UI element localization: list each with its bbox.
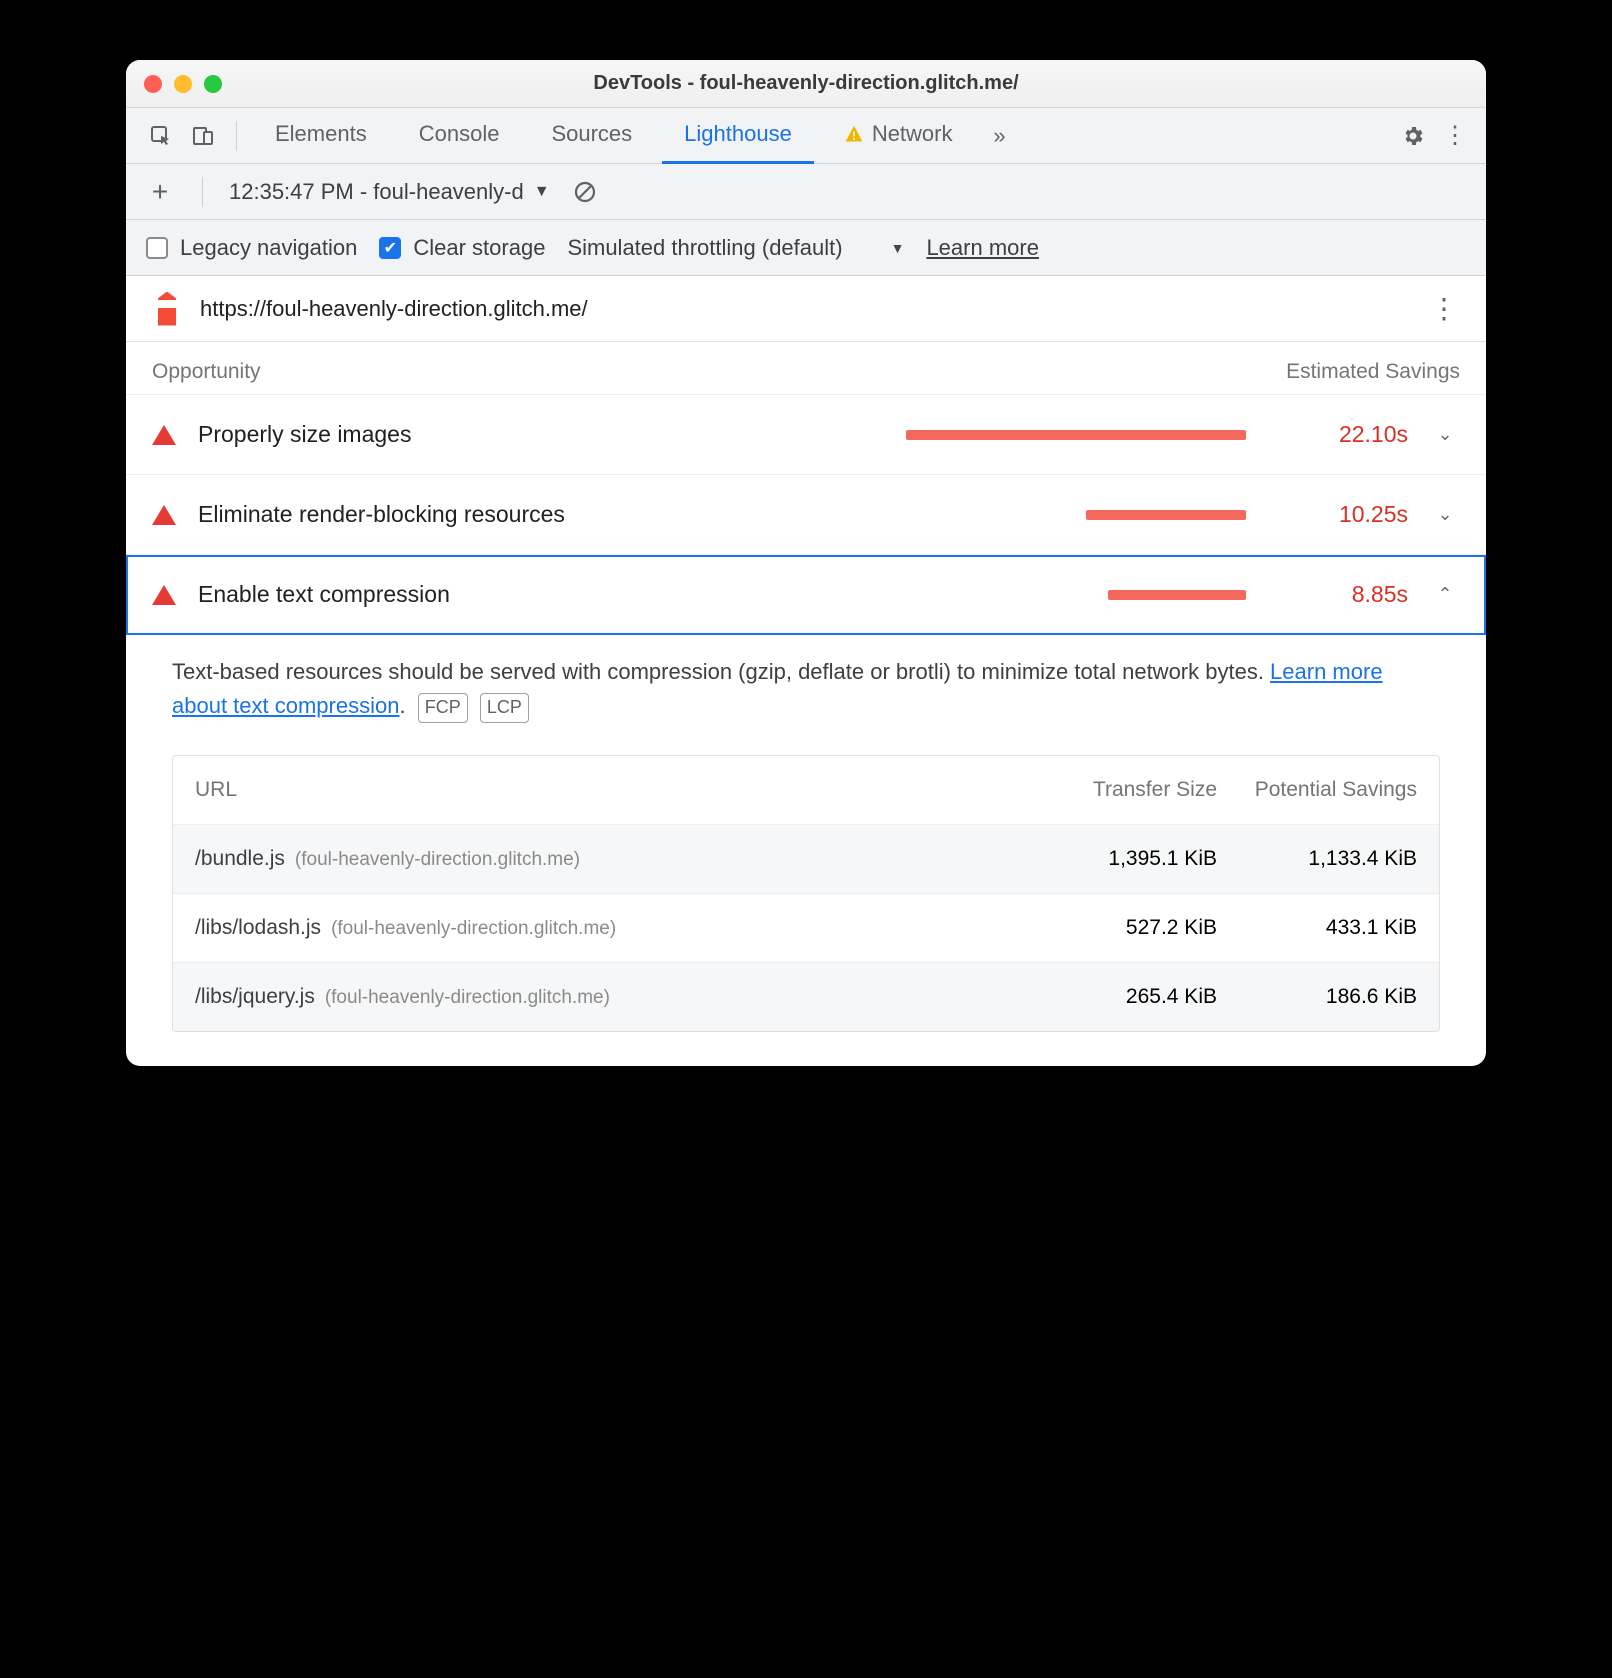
report-header: https://foul-heavenly-direction.glitch.m… xyxy=(126,276,1486,342)
tab-label: Elements xyxy=(275,121,367,147)
col-transfer-size: Transfer Size xyxy=(1017,778,1217,802)
checkbox-label: Legacy navigation xyxy=(180,235,357,261)
col-url: URL xyxy=(195,778,1017,802)
more-tabs-icon[interactable]: » xyxy=(983,119,1017,153)
report-selector[interactable]: 12:35:47 PM - foul-heavenly-d ▼ xyxy=(229,179,550,205)
opportunity-row-expanded[interactable]: Enable text compression 8.85s ⌃ xyxy=(126,555,1486,635)
table-header-row: URL Transfer Size Potential Savings xyxy=(173,756,1439,824)
resource-host: (foul-heavenly-direction.glitch.me) xyxy=(295,849,580,871)
opportunity-label: Eliminate render-blocking resources xyxy=(198,501,565,528)
opportunity-row[interactable]: Properly size images 22.10s ⌄ xyxy=(126,395,1486,475)
tab-label: Network xyxy=(872,121,953,147)
tab-sources[interactable]: Sources xyxy=(529,108,654,164)
chevron-down-icon: ⌄ xyxy=(1430,504,1460,525)
minimize-window-button[interactable] xyxy=(174,75,192,93)
description-text: Text-based resources should be served wi… xyxy=(172,659,1270,684)
tab-strip: Elements Console Sources Lighthouse Netw… xyxy=(126,108,1486,164)
col-potential-savings: Potential Savings xyxy=(1217,778,1417,802)
table-row: /libs/lodash.js (foul-heavenly-direction.… xyxy=(173,893,1439,962)
opportunity-label: Enable text compression xyxy=(198,581,450,608)
fail-triangle-icon xyxy=(152,425,176,445)
chevron-up-icon: ⌃ xyxy=(1430,584,1460,605)
tab-elements[interactable]: Elements xyxy=(253,108,389,164)
lighthouse-toolbar: + 12:35:47 PM - foul-heavenly-d ▼ xyxy=(126,164,1486,220)
warning-icon xyxy=(844,124,864,144)
fail-triangle-icon xyxy=(152,505,176,525)
traffic-lights xyxy=(144,75,222,93)
tab-label: Console xyxy=(419,121,500,147)
new-report-button[interactable]: + xyxy=(144,176,176,208)
opportunity-time: 22.10s xyxy=(1278,421,1408,448)
checkbox-unchecked-icon xyxy=(146,237,168,259)
metric-badge: LCP xyxy=(480,693,529,723)
table-row: /bundle.js (foul-heavenly-direction.glitc… xyxy=(173,824,1439,893)
lighthouse-options: Legacy navigation ✔ Clear storage Simula… xyxy=(126,220,1486,276)
resource-path[interactable]: /bundle.js xyxy=(195,847,285,871)
learn-more-link[interactable]: Learn more xyxy=(926,235,1039,261)
settings-gear-icon[interactable] xyxy=(1396,119,1430,153)
resource-size: 265.4 KiB xyxy=(1017,985,1217,1009)
savings-bar xyxy=(1108,590,1246,600)
clear-report-icon[interactable] xyxy=(568,175,602,209)
kebab-menu-icon[interactable]: ⋮ xyxy=(1438,119,1472,153)
opportunity-description: Text-based resources should be served wi… xyxy=(126,635,1486,733)
clear-storage-checkbox[interactable]: ✔ Clear storage xyxy=(379,235,545,261)
resource-host: (foul-heavenly-direction.glitch.me) xyxy=(325,987,610,1009)
tab-label: Lighthouse xyxy=(684,121,792,147)
savings-bar-track xyxy=(472,590,1256,600)
savings-bar-track xyxy=(433,430,1256,440)
tab-label: Sources xyxy=(551,121,632,147)
checkbox-checked-icon: ✔ xyxy=(379,237,401,259)
opportunity-label: Properly size images xyxy=(198,421,411,448)
report-selector-label: 12:35:47 PM - foul-heavenly-d xyxy=(229,179,524,205)
report-menu-icon[interactable]: ⋮ xyxy=(1430,292,1460,325)
savings-bar-track xyxy=(587,510,1256,520)
legacy-navigation-checkbox[interactable]: Legacy navigation xyxy=(146,235,357,261)
resource-size: 1,395.1 KiB xyxy=(1017,847,1217,871)
device-toolbar-icon[interactable] xyxy=(186,119,220,153)
fail-triangle-icon xyxy=(152,585,176,605)
table-row: /libs/jquery.js (foul-heavenly-direction.… xyxy=(173,962,1439,1031)
col-opportunity: Opportunity xyxy=(152,360,261,384)
caret-down-icon: ▼ xyxy=(534,183,550,201)
opportunity-time: 8.85s xyxy=(1278,581,1408,608)
divider xyxy=(202,177,203,207)
report-url: https://foul-heavenly-direction.glitch.m… xyxy=(200,296,588,322)
resource-path[interactable]: /libs/jquery.js xyxy=(195,985,315,1009)
resource-savings: 186.6 KiB xyxy=(1217,985,1417,1009)
zoom-window-button[interactable] xyxy=(204,75,222,93)
inspect-element-icon[interactable] xyxy=(144,119,178,153)
window-title: DevTools - foul-heavenly-direction.glitc… xyxy=(126,72,1486,95)
close-window-button[interactable] xyxy=(144,75,162,93)
col-savings: Estimated Savings xyxy=(1286,360,1460,384)
savings-bar xyxy=(906,430,1246,440)
checkbox-label: Clear storage xyxy=(413,235,545,261)
resource-size: 527.2 KiB xyxy=(1017,916,1217,940)
savings-bar xyxy=(1086,510,1246,520)
metric-badge: FCP xyxy=(418,693,468,723)
tab-network[interactable]: Network xyxy=(822,108,975,164)
resource-savings: 1,133.4 KiB xyxy=(1217,847,1417,871)
opportunity-time: 10.25s xyxy=(1278,501,1408,528)
throttling-label: Simulated throttling (default) xyxy=(567,235,842,261)
resource-host: (foul-heavenly-direction.glitch.me) xyxy=(331,918,616,940)
resource-savings: 433.1 KiB xyxy=(1217,916,1417,940)
opportunities-header: Opportunity Estimated Savings xyxy=(126,342,1486,395)
caret-down-icon: ▼ xyxy=(891,240,905,256)
throttling-select[interactable]: Simulated throttling (default) ▼ xyxy=(567,235,904,261)
titlebar: DevTools - foul-heavenly-direction.glitc… xyxy=(126,60,1486,108)
tab-console[interactable]: Console xyxy=(397,108,522,164)
opportunity-row[interactable]: Eliminate render-blocking resources 10.2… xyxy=(126,475,1486,555)
chevron-down-icon: ⌄ xyxy=(1430,424,1460,445)
devtools-window: DevTools - foul-heavenly-direction.glitc… xyxy=(126,60,1486,1066)
resource-path[interactable]: /libs/lodash.js xyxy=(195,916,321,940)
divider xyxy=(236,121,237,151)
lighthouse-logo-icon xyxy=(152,292,182,326)
resources-table: URL Transfer Size Potential Savings /bun… xyxy=(172,755,1440,1032)
tab-lighthouse[interactable]: Lighthouse xyxy=(662,108,814,164)
